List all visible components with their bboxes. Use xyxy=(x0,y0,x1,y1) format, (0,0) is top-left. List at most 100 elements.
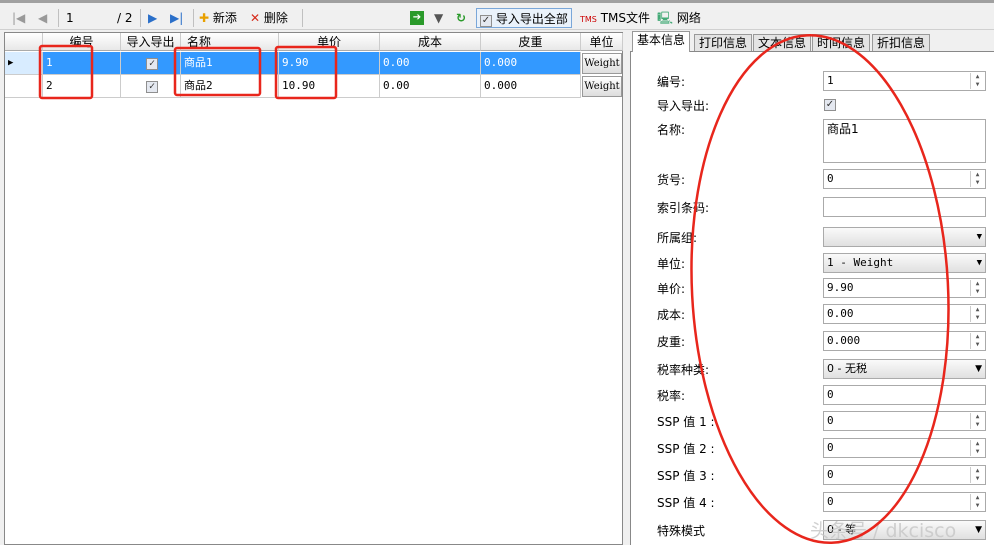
import-export-checkbox[interactable]: ✓ xyxy=(824,99,836,111)
label-name: 名称: xyxy=(657,123,686,137)
chevron-down-icon: ▼ xyxy=(976,232,982,242)
label-group: 所属组: xyxy=(657,231,698,245)
label-cost: 成本: xyxy=(657,308,686,322)
last-page-icon[interactable]: ▶| xyxy=(170,8,183,28)
label-import-export: 导入导出: xyxy=(657,99,710,113)
ssp2-field[interactable]: 0 ▲ ▼ xyxy=(823,438,986,458)
ssp3-field[interactable]: 0 ▲ ▼ xyxy=(823,465,986,485)
col-header-cost[interactable]: 成本 xyxy=(380,33,481,51)
network-label: 网络 xyxy=(676,11,701,25)
filter-icon[interactable]: ▼ xyxy=(434,8,443,28)
next-page-icon[interactable]: ▶ xyxy=(148,8,157,28)
plus-icon: ✚ xyxy=(199,11,210,25)
label-tax-rate: 税率: xyxy=(657,389,686,403)
cell-name[interactable]: 商品2 xyxy=(181,75,279,98)
tax-rate-field[interactable]: 0 xyxy=(823,385,986,405)
unit-button[interactable]: Weight xyxy=(582,53,622,74)
spinner-icon: ▲ ▼ xyxy=(970,171,984,187)
tms-label: TMS文件 xyxy=(600,11,651,25)
tab-text-info[interactable]: 文本信息 xyxy=(753,34,812,52)
label-item-no: 货号: xyxy=(657,173,686,187)
name-textarea[interactable]: 商品1 xyxy=(823,119,986,163)
export-icon[interactable]: ➔ xyxy=(410,11,424,25)
import-export-all-label: 导入导出全部 xyxy=(495,12,568,26)
cell-cost[interactable]: 0.00 xyxy=(380,75,481,98)
spinner-icon: ▲ ▼ xyxy=(970,494,984,510)
unit-button[interactable]: Weight xyxy=(582,76,622,97)
item-no-field[interactable]: 0 ▲ ▼ xyxy=(823,169,986,189)
row-header-corner xyxy=(5,33,43,51)
tax-type-select[interactable]: 0 - 无税 ▼ xyxy=(823,359,986,379)
tare-field[interactable]: 0.000 ▲ ▼ xyxy=(823,331,986,351)
row-indicator xyxy=(5,75,43,98)
tab-basic-info[interactable]: 基本信息 xyxy=(632,31,691,52)
barcode-field[interactable] xyxy=(823,197,986,217)
id-field[interactable]: 1 ▲ ▼ xyxy=(823,71,986,91)
cell-tare[interactable]: 0.000 xyxy=(481,75,581,98)
col-header-import-export[interactable]: 导入导出 xyxy=(121,33,181,51)
spinner-icon: ▲ ▼ xyxy=(970,73,984,89)
network-button[interactable]: 🖳 网络 xyxy=(657,8,701,28)
label-ssp4: SSP 值 4 : xyxy=(657,496,715,510)
page-input[interactable]: 1 xyxy=(66,8,74,28)
ssp1-field[interactable]: 0 ▲ ▼ xyxy=(823,411,986,431)
tab-discount-info[interactable]: 折扣信息 xyxy=(872,34,931,52)
col-header-tare[interactable]: 皮重 xyxy=(481,33,581,51)
col-header-unit[interactable]: 单位 xyxy=(581,33,623,51)
network-icon: 🖳 xyxy=(657,11,674,25)
delete-icon: ✕ xyxy=(250,11,261,25)
tab-time-info[interactable]: 时间信息 xyxy=(812,34,871,52)
cost-field[interactable]: 0.00 ▲ ▼ xyxy=(823,304,986,324)
cell-price[interactable]: 10.90 xyxy=(279,75,380,98)
label-tax-type: 税率种类: xyxy=(657,363,710,377)
tab-print-info[interactable]: 打印信息 xyxy=(694,34,753,52)
unit-select[interactable]: 1 - Weight ▼ xyxy=(823,253,986,273)
tms-icon: TMS xyxy=(580,15,597,24)
add-label: 新添 xyxy=(212,11,237,25)
cell-import-export[interactable]: ✓ xyxy=(121,75,181,98)
delete-button[interactable]: ✕ 删除 xyxy=(250,8,288,28)
spinner-icon: ▲ ▼ xyxy=(970,333,984,349)
col-header-id[interactable]: 编号 xyxy=(43,33,121,51)
product-grid: 编号 导入导出 名称 单价 成本 皮重 单位 ▶ 1 ✓ 商品1 9.90 0.… xyxy=(4,32,623,545)
page-total: / 2 xyxy=(117,11,133,25)
cell-cost[interactable]: 0.00 xyxy=(380,52,481,75)
first-page-icon[interactable]: |◀ xyxy=(12,8,25,28)
spinner-icon: ▲ ▼ xyxy=(970,280,984,296)
watermark: 头条号 / dkcisco xyxy=(810,520,957,542)
row-indicator-icon: ▶ xyxy=(5,52,43,75)
label-price: 单价: xyxy=(657,282,686,296)
import-export-all-checkbox[interactable]: ✓ 导入导出全部 xyxy=(476,8,572,28)
tms-file-button[interactable]: TMS TMS文件 xyxy=(580,8,650,28)
cell-price[interactable]: 9.90 xyxy=(279,52,380,75)
delete-label: 删除 xyxy=(263,11,288,25)
price-field[interactable]: 9.90 ▲ ▼ xyxy=(823,278,986,298)
cell-id[interactable]: 2 xyxy=(43,75,121,98)
cell-import-export[interactable]: ✓ xyxy=(121,52,181,75)
ssp4-field[interactable]: 0 ▲ ▼ xyxy=(823,492,986,512)
prev-page-icon[interactable]: ◀ xyxy=(38,8,47,28)
spinner-icon: ▲ ▼ xyxy=(970,306,984,322)
label-unit: 单位: xyxy=(657,257,686,271)
label-ssp1: SSP 值 1 : xyxy=(657,415,715,429)
spinner-icon: ▲ ▼ xyxy=(970,413,984,429)
cell-name[interactable]: 商品1 xyxy=(181,52,279,75)
label-special-mode: 特殊模式 xyxy=(657,524,706,538)
label-tare: 皮重: xyxy=(657,335,686,349)
cell-tare[interactable]: 0.000 xyxy=(481,52,581,75)
label-ssp2: SSP 值 2 : xyxy=(657,442,715,456)
refresh-icon[interactable]: ↻ xyxy=(456,8,466,28)
chevron-down-icon: ▼ xyxy=(976,258,982,268)
add-button[interactable]: ✚ 新添 xyxy=(199,8,237,28)
chevron-down-icon: ▼ xyxy=(975,364,982,374)
label-id: 编号: xyxy=(657,75,686,89)
toolbar: |◀ ◀ 1 / 2 ▶ ▶| ✚ 新添 ✕ 删除 ➔ ▼ ↻ ✓ 导入导出全部… xyxy=(0,0,994,30)
label-barcode: 索引条码: xyxy=(657,201,710,215)
checkbox[interactable]: ✓ xyxy=(146,58,158,70)
checkbox[interactable]: ✓ xyxy=(146,81,158,93)
col-header-price[interactable]: 单价 xyxy=(279,33,380,51)
col-header-name[interactable]: 名称 xyxy=(181,33,279,51)
cell-id[interactable]: 1 xyxy=(43,52,121,75)
label-ssp3: SSP 值 3 : xyxy=(657,469,715,483)
group-select[interactable]: ▼ xyxy=(823,227,986,247)
